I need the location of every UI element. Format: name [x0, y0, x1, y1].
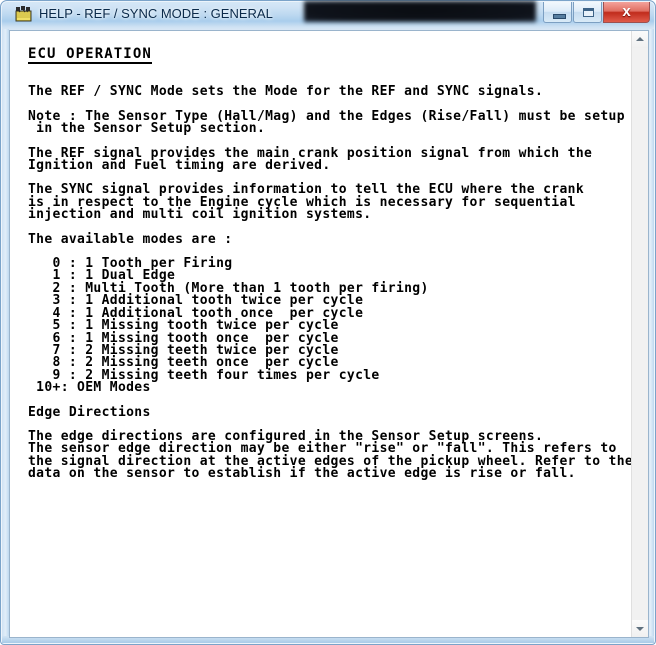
scrollbar-track[interactable] [632, 48, 648, 620]
section-heading-ecu-operation: ECU OPERATION [28, 47, 152, 65]
scroll-up-arrow-icon [636, 37, 644, 41]
paragraph-available-modes: The available modes are : [28, 231, 233, 247]
close-button[interactable]: x [603, 2, 650, 23]
paragraph-sync-signal-line3: injection and multi coil ignition system… [28, 207, 372, 223]
maximize-icon [583, 8, 594, 17]
list-item: 10+: OEM Modes [28, 380, 151, 396]
maximize-button[interactable] [573, 2, 602, 23]
vertical-scrollbar[interactable] [631, 31, 648, 637]
close-icon: x [622, 3, 631, 20]
help-client-area: ECU OPERATION The REF / SYNC Mode sets t… [9, 30, 649, 638]
mode-list: 0 : 1 Tooth per Firing 1 : 1 Dual Edge 2… [28, 257, 631, 396]
section-heading-edge-directions: Edge Directions [28, 404, 151, 420]
help-book-icon [15, 6, 32, 22]
minimize-button[interactable] [543, 2, 572, 23]
help-window: HELP - REF / SYNC MODE : GENERAL x ECU O… [0, 0, 656, 645]
minimize-icon [553, 14, 566, 19]
window-titlebar[interactable]: HELP - REF / SYNC MODE : GENERAL x [1, 1, 655, 28]
window-title: HELP - REF / SYNC MODE : GENERAL [39, 6, 273, 21]
window-controls: x [543, 2, 650, 24]
scroll-down-arrow-icon [636, 627, 644, 631]
help-document: ECU OPERATION The REF / SYNC Mode sets t… [10, 31, 631, 637]
scroll-up-button[interactable] [632, 31, 648, 48]
paragraph-ref-signal-line2: Ignition and Fuel timing are derived. [28, 158, 331, 174]
paragraph-ref-sync-mode: The REF / SYNC Mode sets the Mode for th… [28, 84, 544, 100]
paragraph-note-line2: in the Sensor Setup section. [28, 121, 266, 137]
redacted-caption-region [304, 1, 536, 22]
scroll-down-button[interactable] [632, 620, 648, 637]
paragraph-edge-line4: data on the sensor to establish if the a… [28, 466, 576, 482]
window-frame-left [2, 29, 9, 643]
